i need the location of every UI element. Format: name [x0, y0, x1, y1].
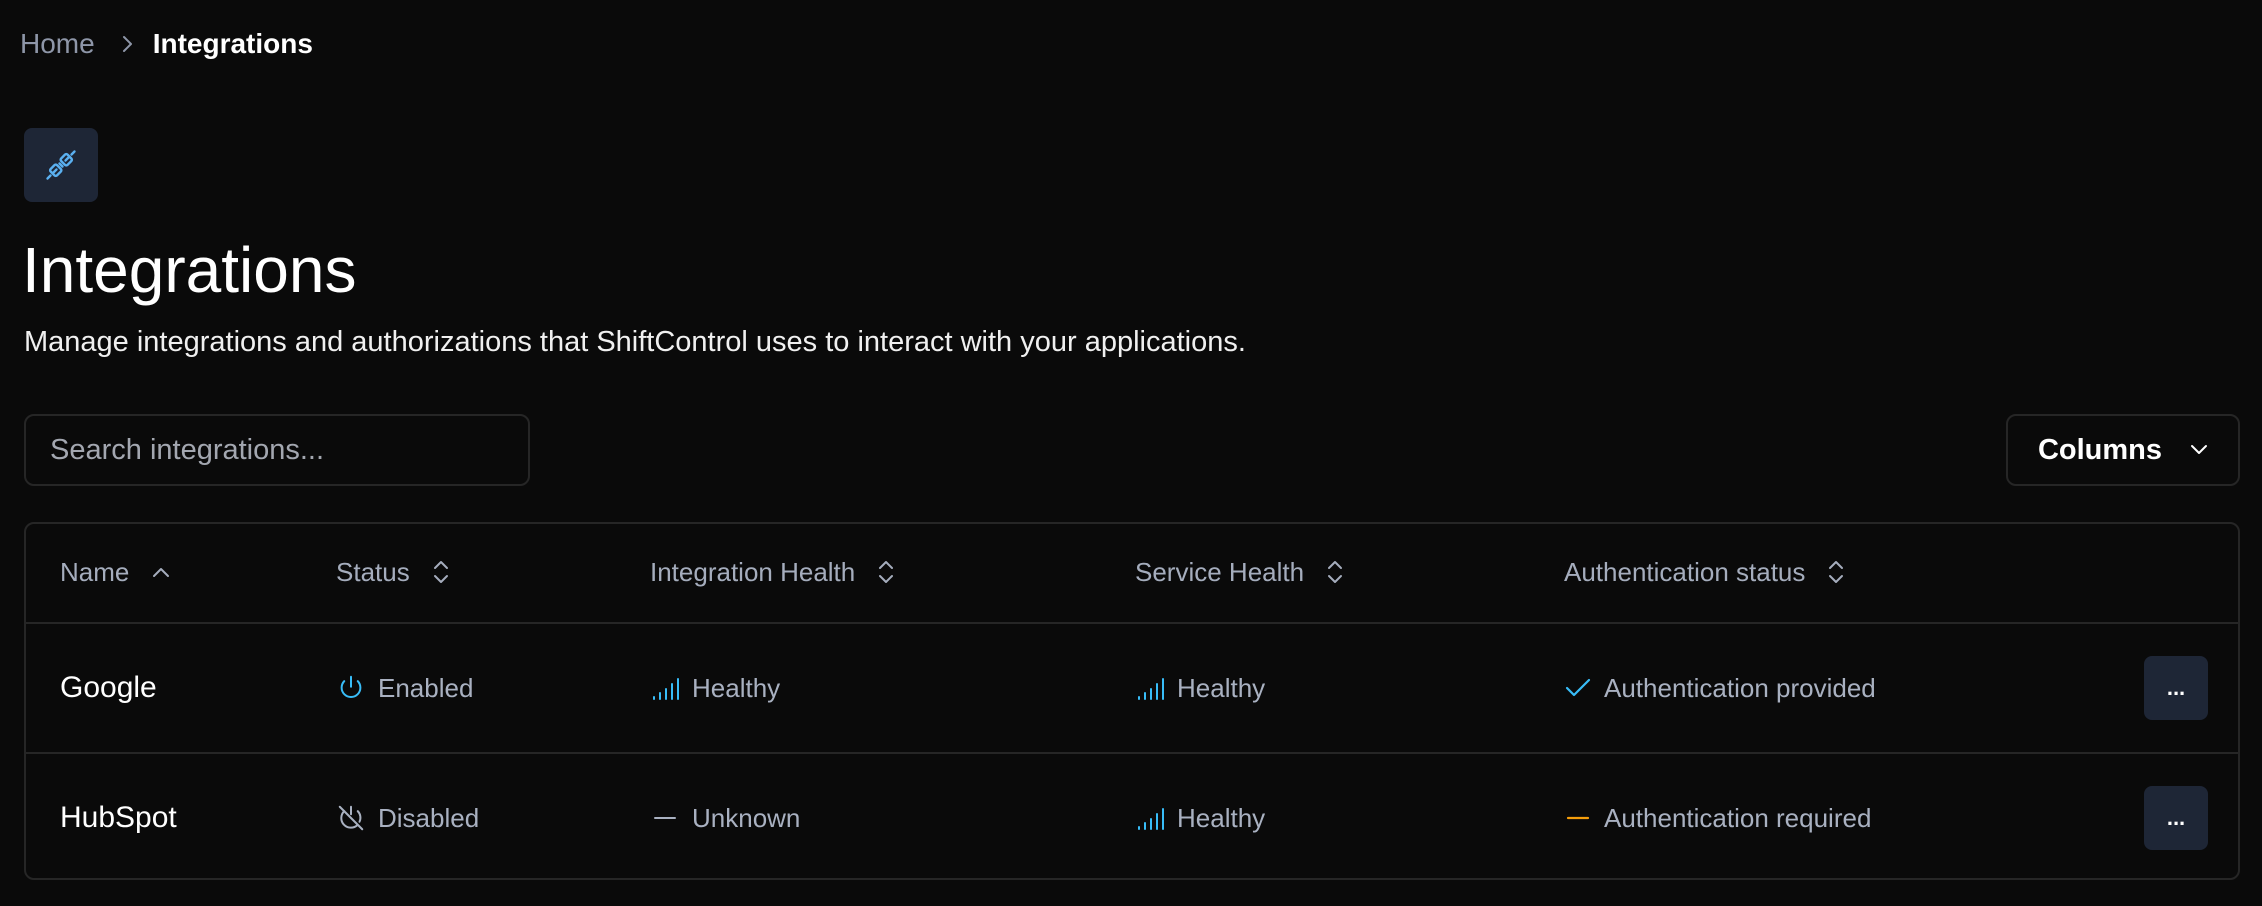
page-description: Manage integrations and authorizations t…: [24, 326, 1246, 358]
plug-icon: [24, 128, 98, 202]
column-header-service-health[interactable]: Service Health: [1135, 524, 1344, 620]
chevron-right-icon: [121, 34, 135, 54]
table-row: Google Enabled Healthy Healthy Authentic…: [26, 622, 2238, 752]
row-actions-button[interactable]: ...: [2144, 656, 2208, 720]
sort-icon: [1326, 558, 1344, 586]
integration-name-cell: Google: [60, 624, 157, 752]
auth-status-cell: Authentication required: [1564, 754, 1872, 878]
service-health-text: Healthy: [1177, 672, 1266, 703]
column-header-label: Name: [60, 556, 130, 587]
sort-icon: [432, 558, 450, 586]
auth-status-text: Authentication provided: [1604, 672, 1876, 703]
actions-cell: ...: [2144, 754, 2208, 878]
page-title: Integrations: [22, 234, 357, 306]
integration-health-text: Healthy: [692, 672, 781, 703]
columns-button[interactable]: Columns: [2006, 414, 2240, 486]
search-input[interactable]: [24, 414, 530, 486]
dash-icon: [650, 805, 680, 831]
signal-bars-icon: [1135, 805, 1165, 831]
integration-name: HubSpot: [60, 801, 177, 834]
service-health-cell: Healthy: [1135, 754, 1266, 878]
status-cell: Disabled: [336, 754, 480, 878]
sort-icon: [877, 558, 895, 586]
column-header-auth-status[interactable]: Authentication status: [1564, 524, 1845, 620]
check-icon: [1564, 677, 1592, 699]
dash-icon: [1564, 807, 1592, 829]
auth-status-cell: Authentication provided: [1564, 624, 1876, 752]
status-cell: Enabled: [336, 624, 473, 752]
integration-health-cell: Unknown: [650, 754, 801, 878]
sort-ascending-icon: [151, 565, 171, 579]
chevron-down-icon: [2190, 444, 2208, 456]
integration-health-cell: Healthy: [650, 624, 780, 752]
sort-icon: [1827, 558, 1845, 586]
column-header-name[interactable]: Name: [60, 524, 171, 620]
integrations-table: Name Status Integration Health Service H…: [24, 522, 2240, 880]
column-header-label: Service Health: [1135, 556, 1305, 587]
integration-name: Google: [60, 671, 157, 704]
service-health-cell: Healthy: [1135, 624, 1265, 752]
column-header-label: Status: [336, 556, 410, 587]
status-text: Enabled: [378, 672, 474, 703]
actions-cell: ...: [2144, 624, 2208, 752]
service-health-text: Healthy: [1177, 802, 1266, 833]
auth-status-text: Authentication required: [1604, 802, 1872, 833]
integration-name-cell: HubSpot: [60, 754, 177, 878]
breadcrumb-home-link[interactable]: Home: [20, 28, 95, 60]
status-text: Disabled: [378, 802, 480, 833]
column-header-integration-health[interactable]: Integration Health: [650, 524, 895, 620]
column-header-status[interactable]: Status: [336, 524, 450, 620]
row-actions-button[interactable]: ...: [2144, 786, 2208, 850]
column-header-label: Integration Health: [650, 556, 856, 587]
power-off-icon: [336, 803, 366, 833]
integration-health-text: Unknown: [692, 802, 801, 833]
columns-button-label: Columns: [2037, 433, 2163, 466]
breadcrumb: Home Integrations: [20, 22, 313, 66]
breadcrumb-current: Integrations: [152, 28, 313, 59]
table-header-row: Name Status Integration Health Service H…: [26, 524, 2238, 620]
signal-bars-icon: [1135, 675, 1165, 701]
table-row: HubSpot Disabled Unknown Healthy Authent…: [26, 752, 2238, 878]
column-header-label: Authentication status: [1564, 556, 1806, 587]
signal-bars-icon: [650, 675, 680, 701]
power-icon: [336, 673, 366, 703]
